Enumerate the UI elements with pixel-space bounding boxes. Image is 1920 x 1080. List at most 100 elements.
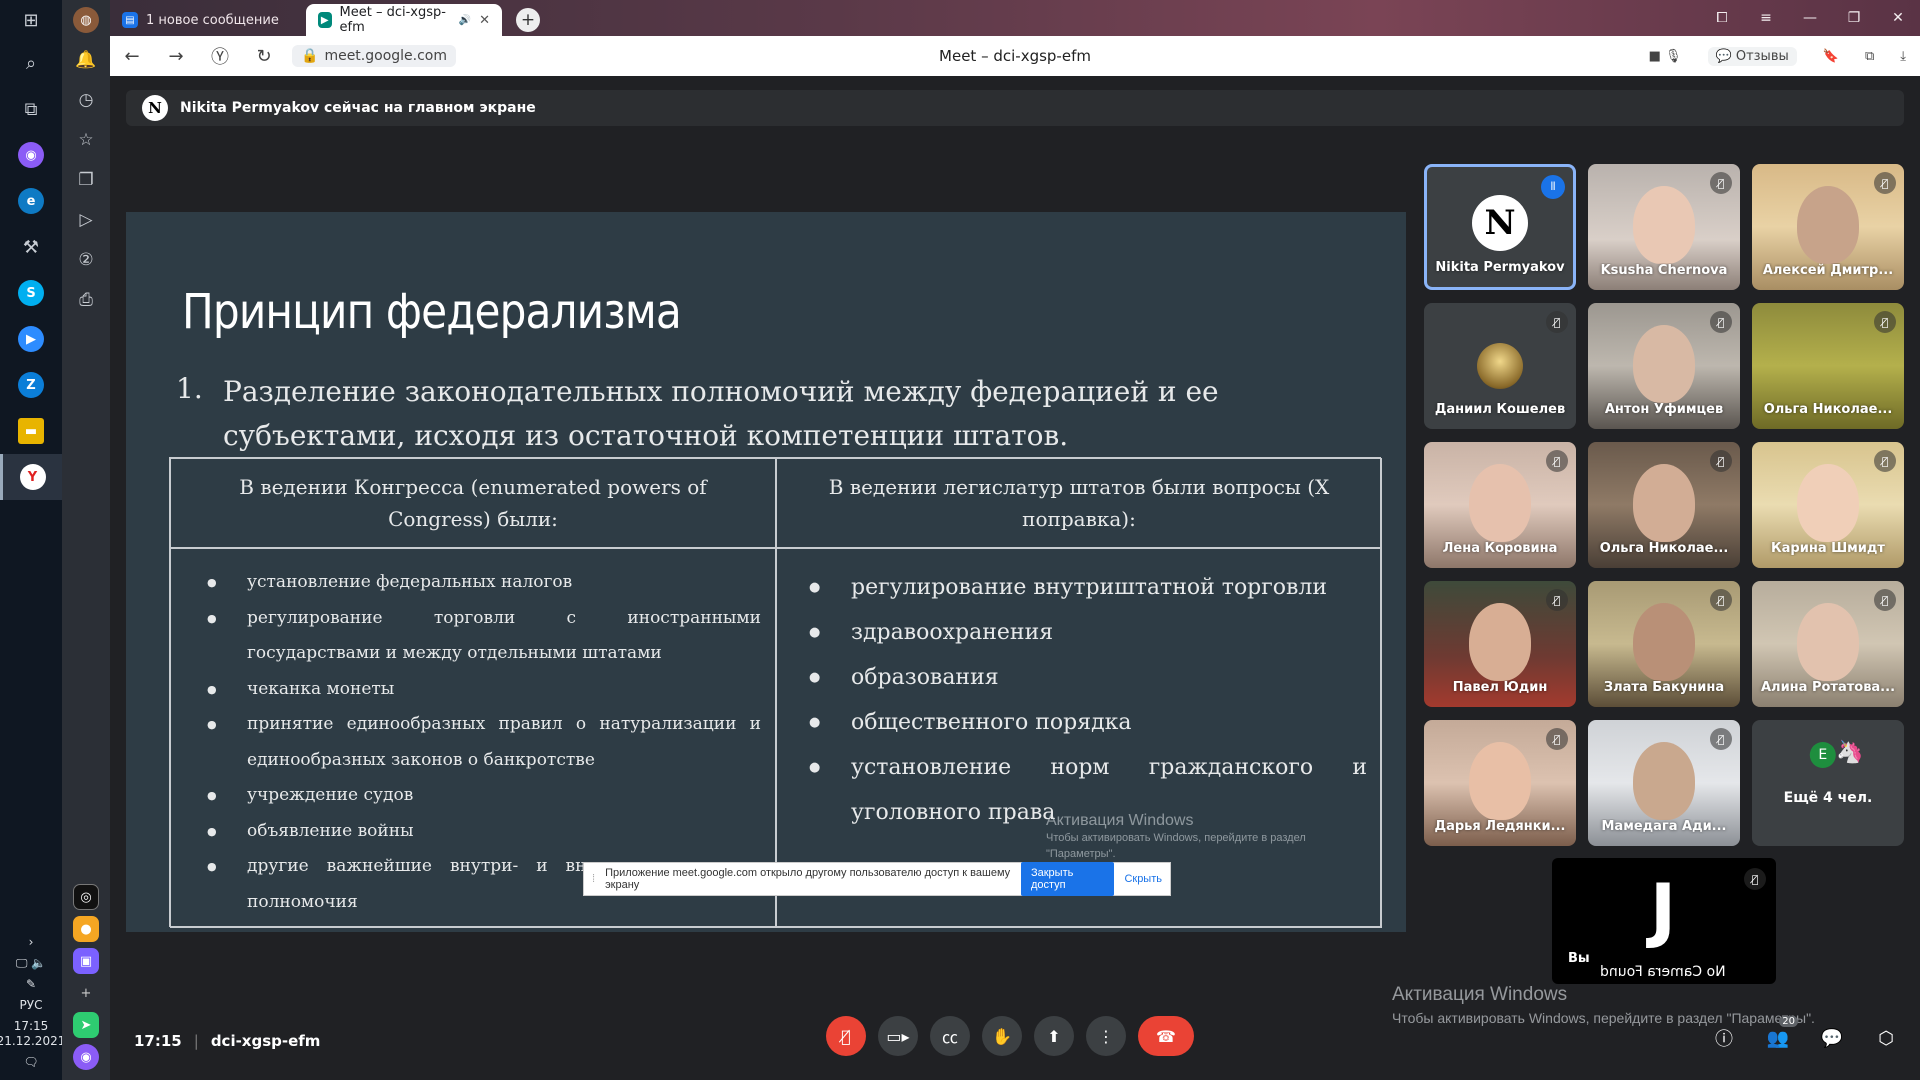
participant-tile[interactable]: 🎙̸ Мамедага Ади... [1588,720,1740,846]
zoom-app-icon[interactable]: ▶ [0,316,62,362]
mic-off-icon: 🎙̸ [1546,450,1568,472]
leave-call-button[interactable]: ☎ [1138,1016,1194,1056]
chat-icon[interactable]: 💬 [1818,1024,1846,1052]
camera-toggle-button[interactable]: ▭▸ [878,1016,918,1056]
people-icon[interactable]: 👥 20 [1764,1016,1798,1052]
participant-tile[interactable]: 🎙̸ Алексей Дмитр... [1752,164,1904,290]
yandex-market-icon[interactable]: ● [73,916,99,942]
menu-icon[interactable]: ≡ [1744,10,1788,26]
screenshot-icon[interactable]: ⎙ [62,280,110,320]
bell-icon[interactable]: 🔔 [62,40,110,80]
send-app-icon[interactable]: ➤ [73,1012,99,1038]
mic-off-icon: 🎙̸ [1546,311,1568,333]
more-options-button[interactable]: ⋮ [1086,1016,1126,1056]
alice-icon[interactable]: ◉ [73,1044,99,1070]
participant-tile[interactable]: 🎙̸ Ksusha Chernova [1588,164,1740,290]
forward-icon[interactable]: → [154,46,198,67]
tab-messages[interactable]: ▤ 1 новое сообщение [110,4,306,36]
bookmark-icon[interactable]: 🔖 [1823,49,1839,64]
captions-button[interactable]: ㏄ [930,1016,970,1056]
audio-icon[interactable]: 🔊 [459,15,471,26]
url-field[interactable]: 🔒 meet.google.com [292,45,456,67]
list-item: регулирование торговли с иностранными го… [207,601,761,672]
windows-start-icon[interactable]: ⊞ [0,0,62,40]
language-indicator[interactable]: РУС [20,998,43,1013]
drag-handle-icon[interactable]: ⁞ [592,873,595,885]
profile-avatar[interactable]: ◍ [62,0,110,40]
state-powers-list: регулирование внутриштатной торговли здр… [777,549,1381,835]
participant-tile[interactable]: 🎙̸ Антон Уфимцев [1588,303,1740,429]
video-feed [1797,603,1859,681]
activities-icon[interactable]: ⬡ [1872,1024,1900,1052]
slide-activation-text: Чтобы активировать Windows, перейдите в … [1046,832,1306,860]
chevron-up-icon[interactable]: › [29,935,34,950]
meeting-info: 17:15 | dci-xgsp-efm [134,1032,320,1050]
minimize-icon[interactable]: — [1788,10,1832,26]
collections-icon[interactable]: ❐ [62,160,110,200]
participant-name: Карина Шмидт [1771,541,1885,556]
history-icon[interactable]: ◷ [62,80,110,120]
task-view-icon[interactable]: ⧉ [0,86,62,132]
download-icon[interactable]: ⤓ [1900,49,1906,64]
participant-tile[interactable]: 🎙̸ Ольга Николае... [1588,442,1740,568]
network-sound-icon[interactable]: 🖵 🔈 [16,956,46,971]
avatar: N [1472,195,1528,251]
raise-hand-button[interactable]: ✋ [982,1016,1022,1056]
participant-tile[interactable]: 🎙̸ Ольга Николае... [1752,303,1904,429]
edge-app-icon[interactable]: e [0,178,62,224]
meeting-details-icon[interactable]: ⓘ [1710,1024,1738,1052]
stop-sharing-button[interactable]: Закрыть доступ [1020,862,1115,896]
participant-tile[interactable]: N ⦀ Nikita Permyakov [1424,164,1576,290]
restore-icon[interactable]: ❐ [1832,10,1876,26]
messenger-icon[interactable]: ▣ [73,948,99,974]
participant-name: Алина Ротатова... [1760,680,1896,695]
participant-tile[interactable]: 🎙̸ Алина Ротатова... [1752,581,1904,707]
list-item: образования [809,655,1367,700]
alice-app-icon[interactable]: ◉ [0,132,62,178]
pen-icon[interactable]: ✎ [26,977,36,992]
two-icon[interactable]: ② [62,240,110,280]
star-icon[interactable]: ☆ [62,120,110,160]
notifications-icon[interactable]: 🗨 [23,1055,38,1070]
new-tab-button[interactable]: + [516,8,540,32]
yandex-browser-icon[interactable]: Y [0,454,62,500]
clock[interactable]: 17:15 21.12.2021 [0,1019,65,1049]
more-participants-label: Ещё 4 чел. [1783,790,1873,806]
yandex-icon[interactable]: Ⓨ [198,43,242,69]
camera-mic-indicator-icon[interactable]: ■ 🎙 [1649,49,1682,64]
video-feed [1797,464,1859,542]
present-screen-button[interactable]: ⬆ [1034,1016,1074,1056]
close-icon[interactable]: ✕ [479,13,490,28]
self-avatar-logo: J [1649,869,1677,951]
participant-tile[interactable]: 🎙̸ Павел Юдин [1424,581,1576,707]
reload-icon[interactable]: ↻ [242,46,286,67]
self-view-tile[interactable]: J 🎙̸ Вы No Camera Found [1552,858,1776,984]
add-icon[interactable]: + [73,980,99,1006]
file-explorer-icon[interactable]: ▬ [0,408,62,454]
participant-tile[interactable]: 🎙̸ Карина Шмидт [1752,442,1904,568]
feedback-button[interactable]: 💬 Отзывы [1707,46,1797,66]
tab-label: 1 новое сообщение [146,12,279,28]
play-icon[interactable]: ▷ [62,200,110,240]
search-icon[interactable]: ⌕ [0,40,62,86]
participant-name: Павел Юдин [1452,680,1548,695]
skype-app-icon[interactable]: S [0,270,62,316]
bookmarks-bar-icon[interactable]: ⧠ [1700,10,1744,26]
teams-app-icon[interactable]: Z [0,362,62,408]
video-feed [1469,603,1531,681]
more-participants-tile[interactable]: E 🦄 Ещё 4 чел. [1752,720,1904,846]
participant-tile[interactable]: 🎙̸ Даниил Кошелев [1424,303,1576,429]
tab-meet[interactable]: ▶ Meet – dci-xgsp-efm 🔊 ✕ [306,4,502,36]
participant-name: Ksusha Chernova [1600,263,1728,278]
back-icon[interactable]: ← [110,46,154,67]
extensions-icon[interactable]: ⧉ [1865,49,1874,64]
window-close-icon[interactable]: ✕ [1876,10,1920,26]
recorder-icon[interactable]: ◎ [73,884,99,910]
participant-tile[interactable]: 🎙̸ Злата Бакунина [1588,581,1740,707]
mic-toggle-button[interactable]: 🎙̸ [826,1016,866,1056]
participant-tile[interactable]: 🎙̸ Лена Коровина [1424,442,1576,568]
list-item: объявление войны [207,814,761,850]
participant-tile[interactable]: 🎙̸ Дарья Ледянки... [1424,720,1576,846]
hide-notice-link[interactable]: Скрыть [1124,873,1162,885]
tools-app-icon[interactable]: ⚒ [0,224,62,270]
